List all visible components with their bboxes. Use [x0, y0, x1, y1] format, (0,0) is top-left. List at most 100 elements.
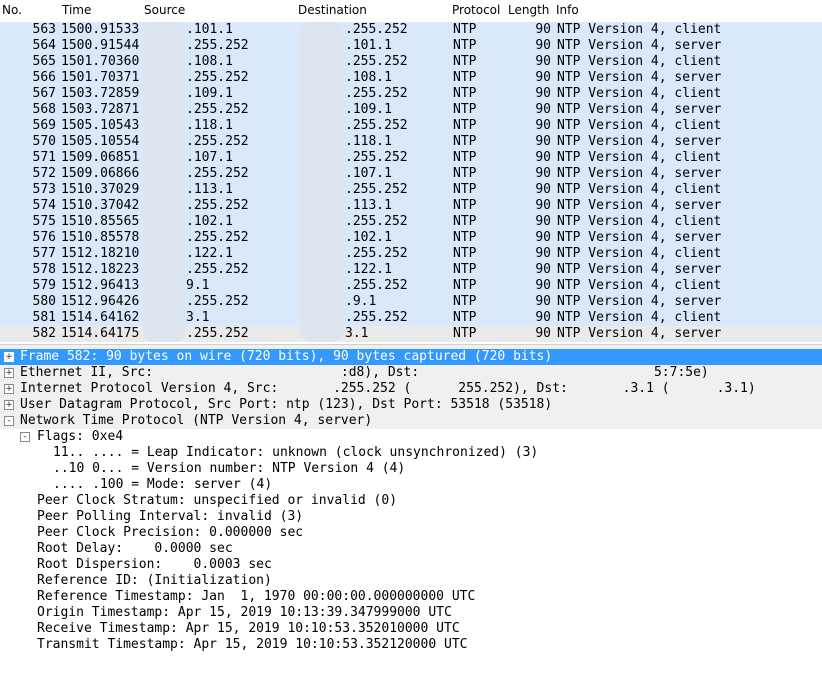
packet-row[interactable]: 572 1509.06866 .255.252 .107.1 NTP 90 NTP Vers…: [0, 166, 822, 182]
detail-line[interactable]: - Flags: 0xe4: [0, 429, 822, 445]
detail-line[interactable]: Reference Timestamp: Jan 1, 1970 00:00:0…: [0, 589, 822, 605]
packet-cell-dst: .255.252: [345, 22, 408, 37]
detail-line[interactable]: ..10 0... = Version number: NTP Version …: [0, 461, 822, 477]
packet-cell-len: 90: [535, 182, 551, 197]
packet-cell-info: NTP Version 4, server: [557, 230, 722, 245]
packet-cell-src: .113.1: [186, 182, 233, 197]
packet-cell-dst: .255.252: [345, 214, 408, 229]
detail-text: Ethernet II, Src: :d8), Dst: 5:7:5e): [20, 365, 709, 380]
packet-row[interactable]: 582 1514.64175 .255.252 3.1 NTP 90 NTP Version…: [0, 326, 822, 342]
detail-line[interactable]: Receive Timestamp: Apr 15, 2019 10:10:53…: [0, 621, 822, 637]
packet-cell-src: .255.252: [186, 166, 249, 181]
detail-text: Peer Clock Precision: 0.000000 sec: [37, 525, 304, 540]
expand-icon[interactable]: +: [4, 400, 14, 410]
packet-row[interactable]: 573 1510.37029 .113.1 .255.252 NTP 90 NTP Vers…: [0, 182, 822, 198]
packet-cell-time: 1509.06851: [61, 150, 140, 165]
detail-line[interactable]: Origin Timestamp: Apr 15, 2019 10:13:39.…: [0, 605, 822, 621]
packet-cell-no: 563: [32, 22, 56, 37]
packet-cell-len: 90: [535, 214, 551, 229]
packet-cell-info: NTP Version 4, server: [557, 134, 722, 149]
packet-row[interactable]: 568 1503.72871 .255.252 .109.1 NTP 90 NTP Vers…: [0, 102, 822, 118]
packet-row[interactable]: 577 1512.18210 .122.1 .255.252 NTP 90 NTP Vers…: [0, 246, 822, 262]
packet-row[interactable]: 580 1512.96426 .255.252 .9.1 NTP 90 NTP Versio…: [0, 294, 822, 310]
packet-cell-time: 1510.85578: [61, 230, 140, 245]
packet-cell-no: 571: [32, 150, 56, 165]
packet-cell-info: NTP Version 4, client: [557, 278, 722, 293]
detail-line[interactable]: 11.. .... = Leap Indicator: unknown (clo…: [0, 445, 822, 461]
packet-cell-proto: NTP: [453, 118, 477, 133]
packet-cell-dst: .255.252: [345, 118, 408, 133]
column-header-protocol[interactable]: Protocol: [452, 3, 500, 17]
packet-cell-info: NTP Version 4, client: [557, 246, 722, 261]
packet-cell-no: 582: [32, 326, 56, 341]
packet-row[interactable]: 571 1509.06851 .107.1 .255.252 NTP 90 NTP Vers…: [0, 150, 822, 166]
detail-line[interactable]: .... .100 = Mode: server (4): [0, 477, 822, 493]
column-header-length[interactable]: Length: [508, 3, 549, 17]
packet-cell-proto: NTP: [453, 246, 477, 261]
packet-row[interactable]: 569 1505.10543 .118.1 .255.252 NTP 90 NTP Vers…: [0, 118, 822, 134]
packet-row[interactable]: 563 1500.91533 .101.1 .255.252 NTP 90 NTP Vers…: [0, 22, 822, 38]
packet-cell-src: .118.1: [186, 118, 233, 133]
column-header-destination[interactable]: Destination: [298, 3, 367, 17]
packet-cell-time: 1501.70371: [61, 70, 140, 85]
column-header-source[interactable]: Source: [144, 3, 185, 17]
column-header-no[interactable]: No.: [2, 3, 22, 17]
packet-cell-len: 90: [535, 86, 551, 101]
detail-line[interactable]: Reference ID: (Initialization): [0, 573, 822, 589]
detail-line[interactable]: Root Dispersion: 0.0003 sec: [0, 557, 822, 573]
packet-row[interactable]: 570 1505.10554 .255.252 .118.1 NTP 90 NTP Vers…: [0, 134, 822, 150]
detail-line[interactable]: - Network Time Protocol (NTP Version 4, s…: [0, 413, 822, 430]
detail-line[interactable]: + Internet Protocol Version 4, Src: .255.…: [0, 381, 822, 398]
packet-cell-time: 1501.70360: [61, 54, 140, 69]
detail-text: Internet Protocol Version 4, Src: .255.2…: [20, 381, 756, 396]
detail-line[interactable]: Peer Polling Interval: invalid (3): [0, 509, 822, 525]
detail-line[interactable]: + Frame 582: 90 bytes on wire (720 bits),…: [0, 349, 822, 366]
packet-cell-dst: .255.252: [345, 86, 408, 101]
expand-icon[interactable]: +: [4, 368, 14, 378]
packet-row[interactable]: 579 1512.96413 9.1 .255.252 NTP 90 NTP Version…: [0, 278, 822, 294]
packet-row[interactable]: 581 1514.64162 3.1 .255.252 NTP 90 NTP Version…: [0, 310, 822, 326]
packet-cell-proto: NTP: [453, 294, 477, 309]
detail-line[interactable]: + Ethernet II, Src: :d8), Dst: 5:7:5e): [0, 365, 822, 382]
packet-row[interactable]: 565 1501.70360 .108.1 .255.252 NTP 90 NTP Vers…: [0, 54, 822, 70]
column-header-info[interactable]: Info: [556, 3, 579, 17]
collapse-icon[interactable]: -: [4, 416, 14, 426]
detail-line[interactable]: Transmit Timestamp: Apr 15, 2019 10:10:5…: [0, 637, 822, 653]
detail-text: ..10 0... = Version number: NTP Version …: [53, 461, 406, 476]
packet-cell-no: 573: [32, 182, 56, 197]
packet-cell-no: 578: [32, 262, 56, 277]
collapse-icon[interactable]: -: [20, 432, 30, 442]
packet-cell-time: 1505.10554: [61, 134, 140, 149]
detail-text: .... .100 = Mode: server (4): [53, 477, 273, 492]
packet-row[interactable]: 564 1500.91544 .255.252 .101.1 NTP 90 NTP Vers…: [0, 38, 822, 54]
expand-icon[interactable]: +: [4, 352, 14, 362]
packet-row[interactable]: 566 1501.70371 .255.252 .108.1 NTP 90 NTP Vers…: [0, 70, 822, 86]
packet-cell-no: 565: [32, 54, 56, 69]
packet-row[interactable]: 578 1512.18223 .255.252 .122.1 NTP 90 NTP Vers…: [0, 262, 822, 278]
expand-icon[interactable]: +: [4, 384, 14, 394]
packet-cell-info: NTP Version 4, client: [557, 86, 722, 101]
packet-cell-len: 90: [535, 278, 551, 293]
packet-cell-no: 579: [32, 278, 56, 293]
packet-cell-no: 569: [32, 118, 56, 133]
packet-cell-time: 1512.18210: [61, 246, 140, 261]
packet-cell-len: 90: [535, 118, 551, 133]
detail-line[interactable]: Peer Clock Stratum: unspecified or inval…: [0, 493, 822, 509]
packet-row[interactable]: 575 1510.85565 .102.1 .255.252 NTP 90 NTP Vers…: [0, 214, 822, 230]
packet-row[interactable]: 576 1510.85578 .255.252 .102.1 NTP 90 NTP Vers…: [0, 230, 822, 246]
packet-row[interactable]: 574 1510.37042 .255.252 .113.1 NTP 90 NTP Vers…: [0, 198, 822, 214]
column-header-time[interactable]: Time: [62, 3, 91, 17]
detail-line[interactable]: Root Delay: 0.0000 sec: [0, 541, 822, 557]
packet-cell-src: .255.252: [186, 134, 249, 149]
packet-cell-src: .255.252: [186, 262, 249, 277]
detail-line[interactable]: Peer Clock Precision: 0.000000 sec: [0, 525, 822, 541]
packet-cell-src: .101.1: [186, 22, 233, 37]
packet-cell-time: 1509.06866: [61, 166, 140, 181]
packet-cell-src: .109.1: [186, 86, 233, 101]
packet-cell-dst: .9.1: [345, 294, 377, 309]
detail-line[interactable]: + User Datagram Protocol, Src Port: ntp (…: [0, 397, 822, 414]
packet-cell-no: 577: [32, 246, 56, 261]
packet-cell-proto: NTP: [453, 134, 477, 149]
packet-cell-len: 90: [535, 246, 551, 261]
packet-row[interactable]: 567 1503.72859 .109.1 .255.252 NTP 90 NTP Vers…: [0, 86, 822, 102]
